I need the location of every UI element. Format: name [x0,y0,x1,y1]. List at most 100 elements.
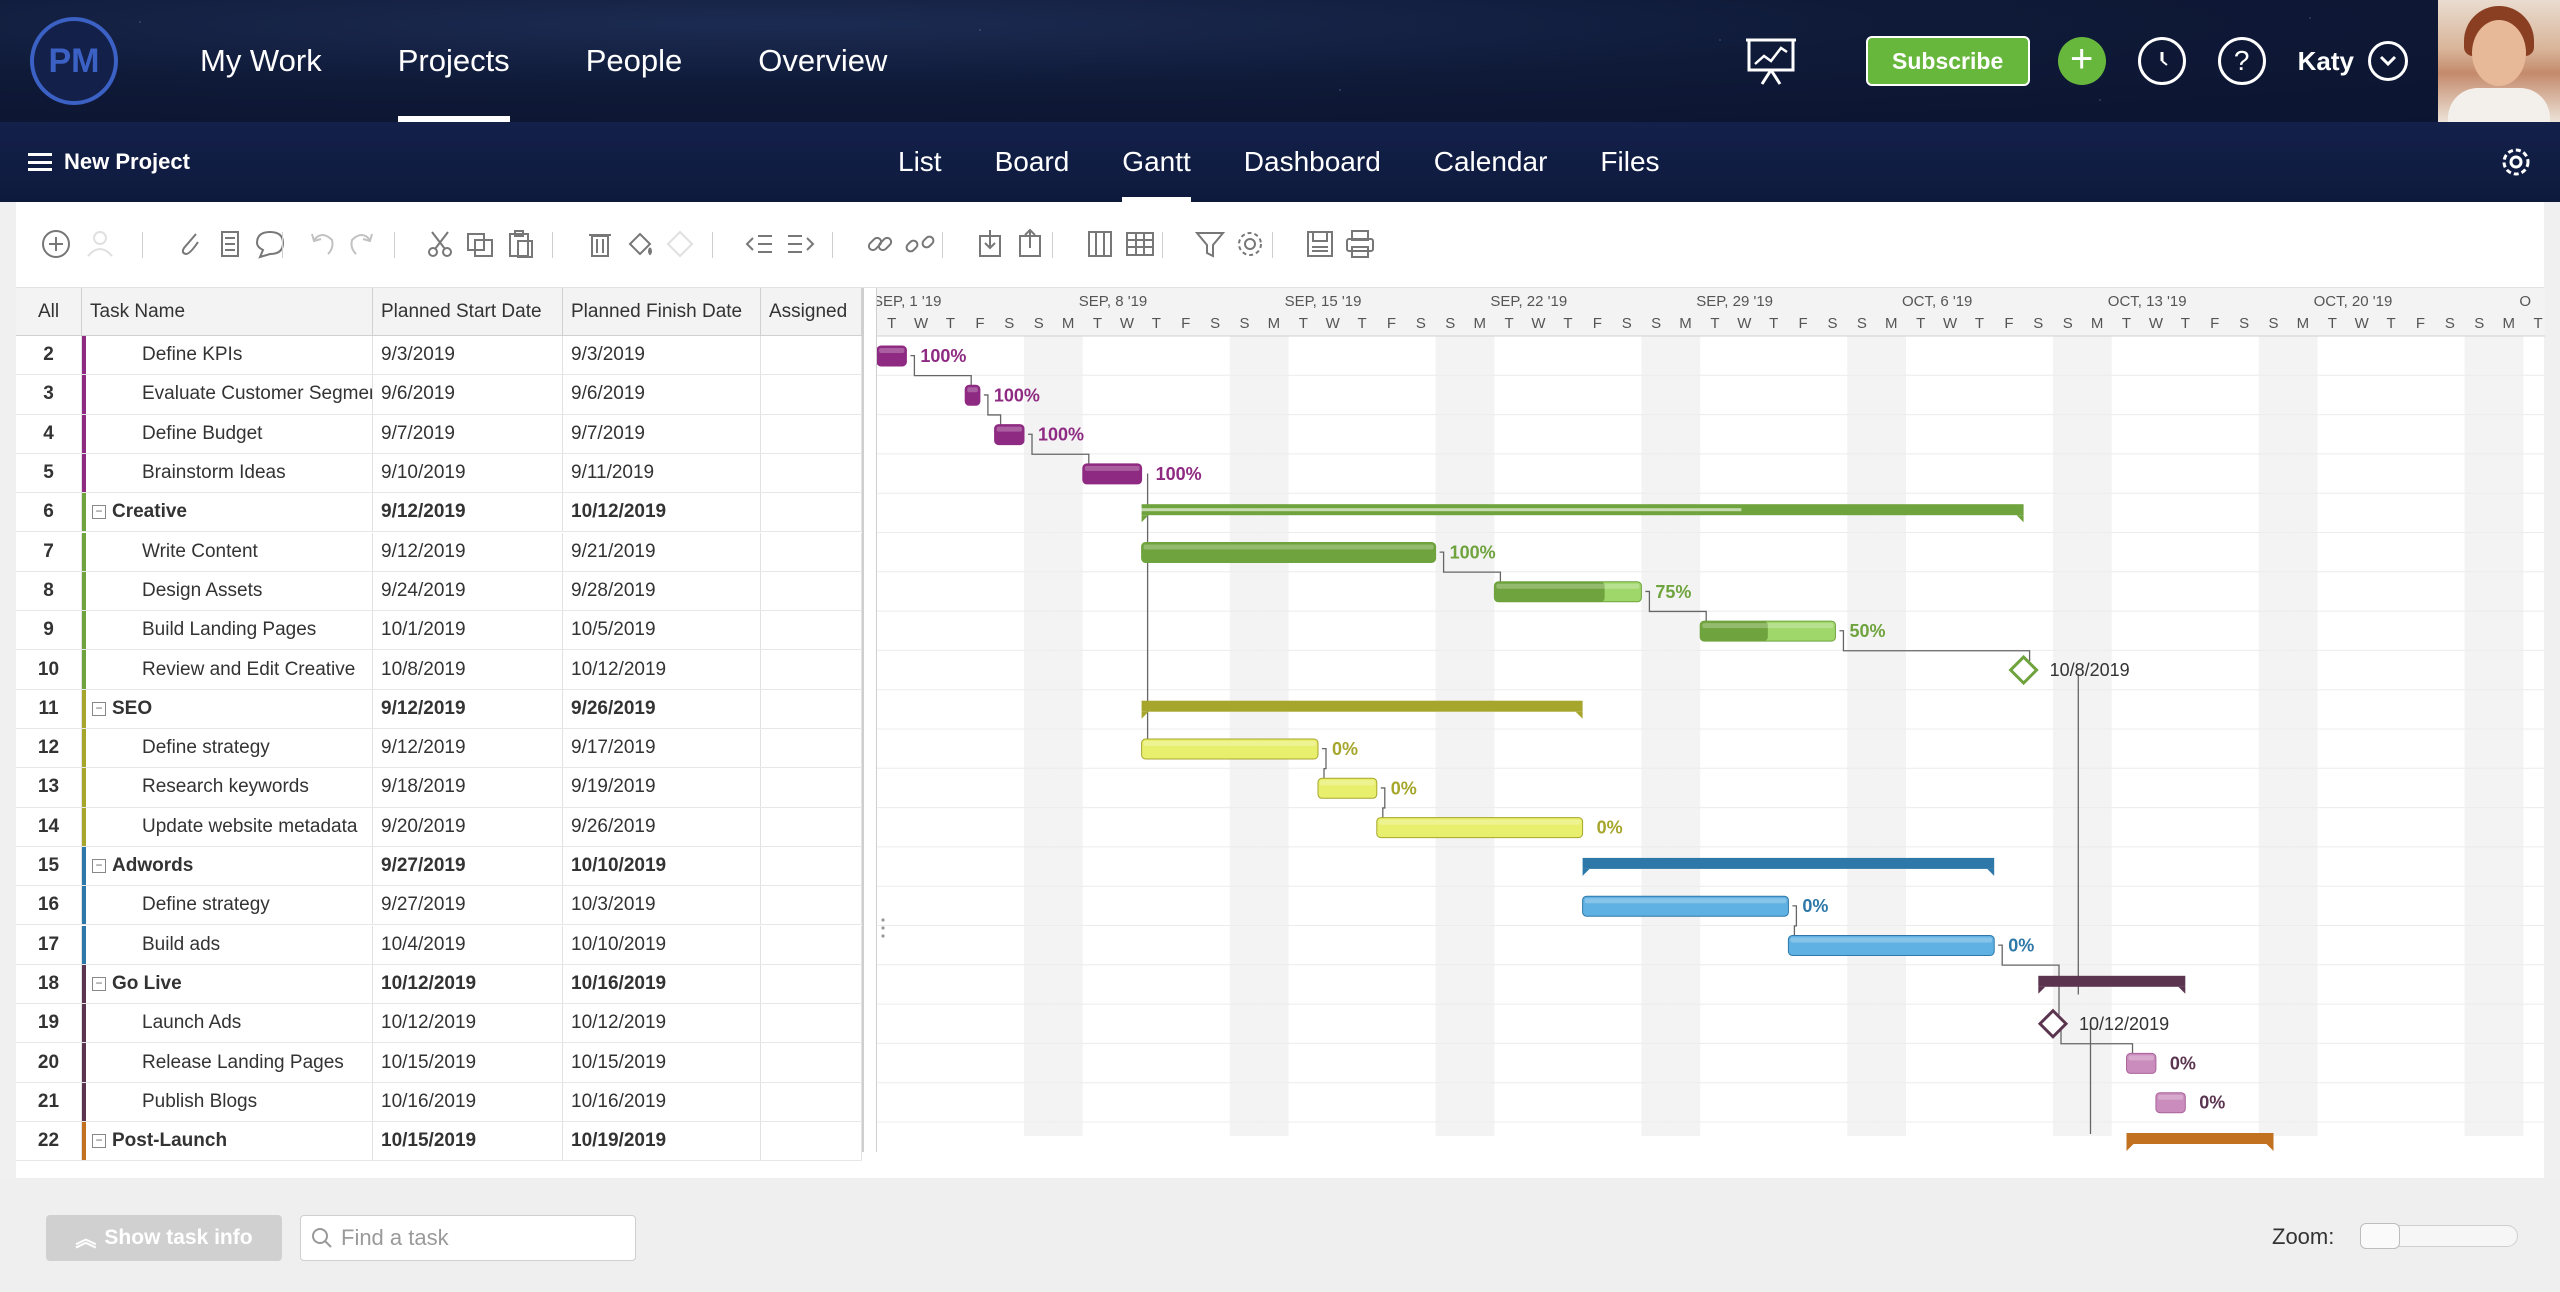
start-date-cell[interactable]: 9/24/2019 [373,571,563,611]
start-date-cell[interactable]: 10/16/2019 [373,1082,563,1121]
row-number[interactable]: 5 [16,453,82,493]
nav-overview[interactable]: Overview [758,0,887,122]
start-date-cell[interactable]: 10/12/2019 [373,964,563,1004]
table-row[interactable]: 9 Build Landing Pages 10/1/2019 10/5/2019 [16,611,862,651]
summary-bar[interactable] [1141,700,1583,712]
finish-date-cell[interactable]: 9/28/2019 [563,571,761,611]
task-name-cell[interactable]: Research keywords [82,768,373,807]
show-task-info-button[interactable]: ︽ Show task info [46,1215,282,1261]
finish-date-cell[interactable]: 9/6/2019 [563,375,761,414]
notes-icon[interactable] [212,226,248,262]
assigned-cell[interactable] [761,1043,862,1082]
row-number[interactable]: 18 [16,964,82,1004]
assigned-cell[interactable] [761,414,862,453]
task-name-cell[interactable]: Evaluate Customer Segments [82,375,373,414]
timer-icon[interactable] [2137,37,2186,85]
indent-icon[interactable] [782,226,818,262]
finish-date-cell[interactable]: 9/3/2019 [563,336,761,375]
finish-date-cell[interactable]: 10/12/2019 [563,493,761,532]
table-row[interactable]: 17 Build ads 10/4/2019 10/10/2019 [16,925,862,965]
assigned-cell[interactable] [761,493,862,532]
start-date-cell[interactable]: 9/6/2019 [373,375,563,414]
task-name-cell[interactable]: − Adwords [82,846,373,886]
table-row[interactable]: 12 Define strategy 9/12/2019 9/17/2019 [16,729,862,769]
row-number[interactable]: 20 [16,1043,82,1082]
finish-date-cell[interactable]: 10/19/2019 [563,1122,761,1161]
task-name-cell[interactable]: Build Landing Pages [82,611,373,650]
table-row[interactable]: 10 Review and Edit Creative 10/8/2019 10/12… [16,650,862,690]
assigned-cell[interactable] [761,1004,862,1043]
table-row[interactable]: 7 Write Content 9/12/2019 9/21/2019 [16,532,862,572]
start-date-cell[interactable]: 9/18/2019 [373,768,563,807]
assigned-cell[interactable] [761,689,862,728]
start-date-cell[interactable]: 10/1/2019 [373,611,563,650]
tab-dashboard[interactable]: Dashboard [1244,122,1381,202]
link-icon[interactable] [862,226,898,262]
add-task-icon[interactable] [38,226,74,262]
column-header-start[interactable]: Planned Start Date [373,288,563,336]
table-row[interactable]: 14 Update website metadata 9/20/2019 9/26/2… [16,807,862,847]
quick-add-icon[interactable]: + [2057,37,2106,85]
tab-list[interactable]: List [898,122,942,202]
help-icon[interactable]: ? [2217,37,2266,85]
unlink-icon[interactable] [902,226,938,262]
paste-icon[interactable] [502,226,538,262]
export-icon[interactable] [1012,226,1048,262]
task-name-cell[interactable]: Launch Ads [82,1004,373,1043]
finish-date-cell[interactable]: 10/16/2019 [563,1082,761,1121]
finish-date-cell[interactable]: 9/19/2019 [563,768,761,807]
table-row[interactable]: 15− Adwords 9/27/2019 10/10/2019 [16,846,862,887]
assigned-cell[interactable] [761,1082,862,1121]
row-number[interactable]: 17 [16,925,82,964]
start-date-cell[interactable]: 9/12/2019 [373,532,563,571]
assigned-cell[interactable] [761,336,862,375]
table-row[interactable]: 2 Define KPIs 9/3/2019 9/3/2019 [16,336,862,376]
task-name-cell[interactable]: Define KPIs [82,336,373,375]
task-name-cell[interactable]: − Creative [82,493,373,532]
row-number[interactable]: 4 [16,414,82,453]
assigned-cell[interactable] [761,375,862,414]
assigned-cell[interactable] [761,846,862,886]
finish-date-cell[interactable]: 10/12/2019 [563,650,761,689]
summary-bar[interactable] [2126,1133,2274,1144]
row-number[interactable]: 22 [16,1122,82,1161]
import-icon[interactable] [972,226,1008,262]
finish-date-cell[interactable]: 10/10/2019 [563,846,761,886]
collapse-icon[interactable]: − [92,1134,106,1149]
nav-people[interactable]: People [586,0,683,122]
row-number[interactable]: 9 [16,611,82,650]
save-icon[interactable] [1302,226,1338,262]
task-name-cell[interactable]: Publish Blogs [82,1082,373,1121]
task-name-cell[interactable]: Define strategy [82,729,373,768]
table-row[interactable]: 19 Launch Ads 10/12/2019 10/12/2019 [16,1004,862,1044]
table-row[interactable]: 22− Post-Launch 10/15/2019 10/19/2019 [16,1122,862,1162]
row-number[interactable]: 16 [16,886,82,925]
start-date-cell[interactable]: 10/4/2019 [373,925,563,964]
undo-icon[interactable] [304,226,340,262]
row-number[interactable]: 10 [16,650,82,689]
assigned-cell[interactable] [761,964,862,1004]
start-date-cell[interactable]: 9/27/2019 [373,886,563,925]
task-name-cell[interactable]: − SEO [82,689,373,728]
finish-date-cell[interactable]: 10/15/2019 [563,1043,761,1082]
outdent-icon[interactable] [742,226,778,262]
task-name-cell[interactable]: Update website metadata [82,807,373,846]
task-name-cell[interactable]: Brainstorm Ideas [82,453,373,493]
finish-date-cell[interactable]: 10/12/2019 [563,1004,761,1043]
assigned-cell[interactable] [761,729,862,768]
assigned-cell[interactable] [761,650,862,689]
start-date-cell[interactable]: 10/8/2019 [373,650,563,689]
summary-bar[interactable] [1582,857,1995,869]
task-name-cell[interactable]: Define strategy [82,886,373,925]
table-row[interactable]: 4 Define Budget 9/7/2019 9/7/2019 [16,414,862,454]
start-date-cell[interactable]: 9/3/2019 [373,336,563,375]
zoom-slider-handle[interactable] [2360,1223,2400,1249]
row-number[interactable]: 6 [16,493,82,532]
assigned-cell[interactable] [761,571,862,611]
row-number[interactable]: 11 [16,689,82,728]
finish-date-cell[interactable]: 9/21/2019 [563,532,761,571]
find-task-input[interactable] [341,1225,621,1251]
table-row[interactable]: 6− Creative 9/12/2019 10/12/2019 [16,493,862,533]
start-date-cell[interactable]: 9/20/2019 [373,807,563,846]
finish-date-cell[interactable]: 10/5/2019 [563,611,761,650]
